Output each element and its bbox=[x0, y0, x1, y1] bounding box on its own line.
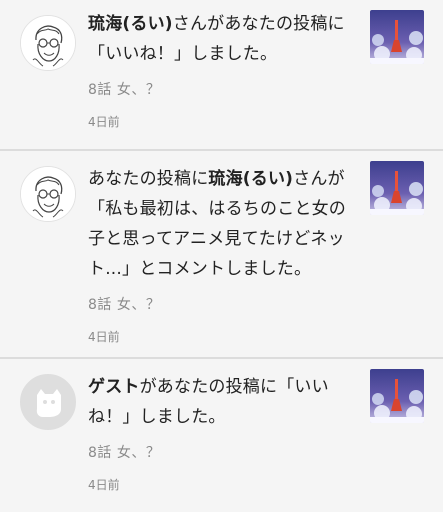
notification-body: ゲストがあなたの投稿に「いいね！」しました。 8話 女、？ 4日前 bbox=[88, 372, 356, 493]
actor-name[interactable]: ゲスト bbox=[88, 377, 140, 397]
guest-avatar[interactable] bbox=[20, 374, 76, 430]
actor-name[interactable]: 琉海(るい) bbox=[208, 169, 293, 189]
actor-name[interactable]: 琉海(るい) bbox=[88, 14, 173, 34]
notification-time: 4日前 bbox=[88, 115, 120, 129]
user-avatar[interactable] bbox=[20, 15, 76, 71]
illuminated-tower-thumbnail bbox=[370, 161, 424, 215]
notification-body: あなたの投稿に琉海(るい)さんが「私も最初は、はるちのこと女の子と思ってアニメ見… bbox=[88, 164, 356, 345]
notification-time: 4日前 bbox=[88, 478, 120, 492]
post-thumbnail[interactable] bbox=[370, 10, 424, 64]
user-sketch-avatar-icon bbox=[21, 167, 75, 221]
notification-body: 琉海(るい)さんがあなたの投稿に「いいね！」しました。 8話 女、？ 4日前 bbox=[88, 9, 356, 130]
user-avatar[interactable] bbox=[20, 166, 76, 222]
post-title[interactable]: 8話 女、？ bbox=[88, 442, 356, 462]
notification-time: 4日前 bbox=[88, 330, 120, 344]
notification-item[interactable]: ゲストがあなたの投稿に「いいね！」しました。 8話 女、？ 4日前 bbox=[0, 359, 443, 512]
notification-item[interactable]: あなたの投稿に琉海(るい)さんが「私も最初は、はるちのこと女の子と思ってアニメ見… bbox=[0, 151, 443, 359]
post-thumbnail[interactable] bbox=[370, 369, 424, 423]
user-sketch-avatar-icon bbox=[21, 16, 75, 70]
message-text-prefix: あなたの投稿に bbox=[88, 169, 209, 189]
guest-avatar-icon bbox=[21, 375, 75, 429]
notification-list: 琉海(るい)さんがあなたの投稿に「いいね！」しました。 8話 女、？ 4日前 あ… bbox=[0, 0, 443, 512]
notification-message: あなたの投稿に琉海(るい)さんが「私も最初は、はるちのこと女の子と思ってアニメ見… bbox=[88, 164, 356, 284]
notification-message: ゲストがあなたの投稿に「いいね！」しました。 bbox=[88, 372, 356, 432]
illuminated-tower-thumbnail bbox=[370, 369, 424, 423]
illuminated-tower-thumbnail bbox=[370, 10, 424, 64]
post-title[interactable]: 8話 女、？ bbox=[88, 79, 356, 99]
notification-message: 琉海(るい)さんがあなたの投稿に「いいね！」しました。 bbox=[88, 9, 356, 69]
post-title[interactable]: 8話 女、？ bbox=[88, 294, 356, 314]
post-thumbnail[interactable] bbox=[370, 161, 424, 215]
notification-item[interactable]: 琉海(るい)さんがあなたの投稿に「いいね！」しました。 8話 女、？ 4日前 bbox=[0, 0, 443, 151]
